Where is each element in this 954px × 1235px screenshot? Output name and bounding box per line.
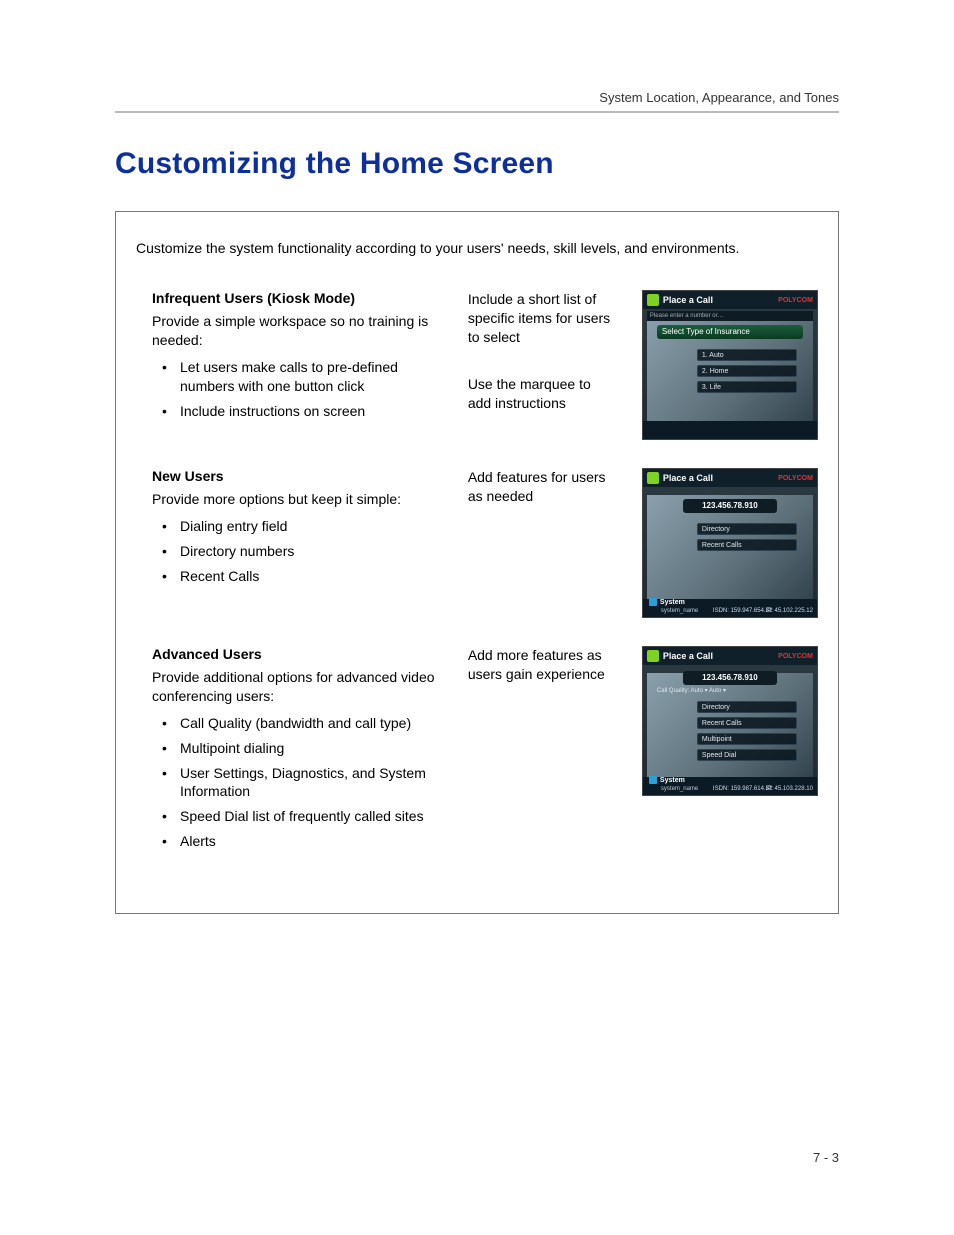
page-title: Customizing the Home Screen [115, 147, 839, 181]
shot-topbar: Place a Call POLYCOM [643, 469, 817, 487]
shot-ip-field: 123.456.78.910 [683, 499, 777, 513]
shot-ip-field: 123.456.78.910 [683, 671, 777, 685]
shot-item: Directory [697, 701, 797, 713]
section-row-infrequent: Infrequent Users (Kiosk Mode) Provide a … [134, 290, 820, 468]
bullet-list: Let users make calls to pre-defined numb… [152, 358, 438, 421]
section-title: Infrequent Users (Kiosk Mode) [152, 290, 438, 306]
shot-system-label: System [649, 598, 685, 606]
shot-item: Recent Calls [697, 717, 797, 729]
screenshot-kiosk: Place a Call POLYCOM Please enter a numb… [642, 290, 818, 440]
bullet-item: Let users make calls to pre-defined numb… [152, 358, 438, 396]
bullet-item: Dialing entry field [152, 517, 438, 536]
shot-quality: Call Quality: Auto ▾ Auto ▾ [657, 687, 803, 694]
section-row-advanced: Advanced Users Provide additional option… [134, 646, 820, 885]
bullet-item: User Settings, Diagnostics, and System I… [152, 764, 438, 802]
side-note: Use the marquee to add instructions [468, 375, 618, 413]
shot-item: Multipoint [697, 733, 797, 745]
shot-title: Place a Call [663, 651, 778, 661]
layout-table: Infrequent Users (Kiosk Mode) Provide a … [134, 290, 820, 885]
shot-topbar: Place a Call POLYCOM [643, 291, 817, 309]
screenshot-new-users: Place a Call POLYCOM 123.456.78.910 Dire… [642, 468, 818, 618]
shot-isdn: ISDN: 159.987.614.32 [713, 786, 772, 792]
call-icon [647, 650, 659, 662]
shot-item: Directory [697, 523, 797, 535]
bullet-item: Speed Dial list of frequently called sit… [152, 807, 438, 826]
running-header: System Location, Appearance, and Tones [115, 90, 839, 111]
section-title: Advanced Users [152, 646, 438, 662]
shot-item: 1. Auto [697, 349, 797, 361]
section-advanced: Advanced Users Provide additional option… [134, 646, 438, 851]
shot-isdn: ISDN: 159.947.654.32 [713, 608, 772, 614]
shot-title: Place a Call [663, 473, 778, 483]
page-number: 7 - 3 [813, 1150, 839, 1165]
shot-system-sub: system_name [661, 608, 698, 614]
intro-text: Customize the system functionality accor… [136, 240, 818, 256]
call-icon [647, 472, 659, 484]
screenshot-advanced: Place a Call POLYCOM 123.456.78.910 Call… [642, 646, 818, 796]
side-note: Add features for users as needed [468, 468, 618, 506]
shot-ipaddr: IP: 45.103.228.10 [766, 786, 813, 792]
shot-item: Speed Dial [697, 749, 797, 761]
section-title: New Users [152, 468, 438, 484]
bullet-item: Multipoint dialing [152, 739, 438, 758]
header-rule [115, 111, 839, 113]
bullet-list: Call Quality (bandwidth and call type) M… [152, 714, 438, 851]
content-box: Customize the system functionality accor… [115, 211, 839, 914]
bullet-item: Include instructions on screen [152, 402, 438, 421]
section-desc: Provide a simple workspace so no trainin… [152, 312, 438, 350]
shot-title: Place a Call [663, 295, 778, 305]
shot-item: 3. Life [697, 381, 797, 393]
bullet-list: Dialing entry field Directory numbers Re… [152, 517, 438, 586]
shot-system-label: System [649, 776, 685, 784]
shot-system-sub: system_name [661, 786, 698, 792]
bullet-item: Recent Calls [152, 567, 438, 586]
side-note: Include a short list of specific items f… [468, 290, 618, 347]
bullet-item: Alerts [152, 832, 438, 851]
shot-marquee: Please enter a number or… [647, 311, 813, 321]
section-desc: Provide additional options for advanced … [152, 668, 438, 706]
logo-text: POLYCOM [778, 475, 813, 482]
logo-text: POLYCOM [778, 653, 813, 660]
shot-band: Select Type of Insurance [657, 325, 803, 339]
shot-ipaddr: IP: 45.102.225.12 [766, 608, 813, 614]
bullet-item: Call Quality (bandwidth and call type) [152, 714, 438, 733]
logo-text: POLYCOM [778, 297, 813, 304]
section-new-users: New Users Provide more options but keep … [134, 468, 438, 586]
section-desc: Provide more options but keep it simple: [152, 490, 438, 509]
shot-item: 2. Home [697, 365, 797, 377]
bullet-item: Directory numbers [152, 542, 438, 561]
shot-topbar: Place a Call POLYCOM [643, 647, 817, 665]
side-note: Add more features as users gain experien… [468, 646, 618, 684]
section-infrequent: Infrequent Users (Kiosk Mode) Provide a … [134, 290, 438, 420]
section-row-new: New Users Provide more options but keep … [134, 468, 820, 646]
shot-item: Recent Calls [697, 539, 797, 551]
call-icon [647, 294, 659, 306]
page: System Location, Appearance, and Tones C… [0, 0, 954, 1235]
